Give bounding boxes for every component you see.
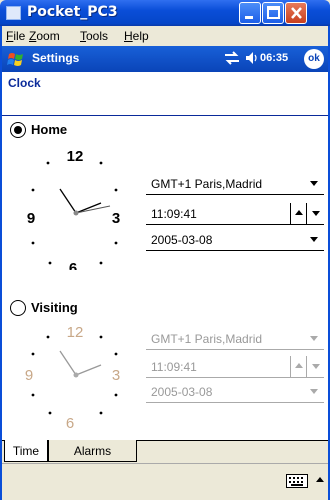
menu-zoom-label: oom <box>36 29 60 43</box>
home-clock-12: 12 <box>67 148 84 165</box>
visiting-timezone-value: GMT+1 Paris,Madrid <box>151 332 263 346</box>
home-time-spinner[interactable] <box>290 203 324 225</box>
menu-help-accel: H <box>124 29 133 43</box>
window-title-bar: Pocket_PC3 <box>0 0 330 26</box>
minimize-button[interactable] <box>239 2 261 24</box>
visiting-timezone-select[interactable]: GMT+1 Paris,Madrid <box>146 328 324 350</box>
visiting-clock-center <box>73 372 79 378</box>
visiting-date-select[interactable]: 2005-03-08 <box>146 381 324 403</box>
home-clock: 12 3 6 9 <box>27 148 120 270</box>
visiting-time-input[interactable]: 11:09:41 <box>146 356 324 378</box>
spin-up-icon[interactable] <box>290 356 307 378</box>
page-title: Clock <box>8 76 41 90</box>
page-title-divider <box>2 115 328 116</box>
home-label: Home <box>31 122 68 137</box>
home-timezone-value: GMT+1 Paris,Madrid <box>151 177 263 191</box>
spin-up-icon[interactable] <box>290 203 307 225</box>
visiting-clock-minute-hand <box>75 364 102 376</box>
chevron-down-icon <box>310 389 318 394</box>
visiting-time-value: 11:09:41 <box>151 360 197 374</box>
home-timezone-select[interactable]: GMT+1 Paris,Madrid <box>146 173 324 195</box>
menu-file-label: ile <box>13 29 26 43</box>
menu-tools-label: ools <box>86 29 109 43</box>
close-icon <box>291 7 302 19</box>
keyboard-icon[interactable] <box>286 474 308 488</box>
input-menu-arrow-icon[interactable] <box>316 477 324 482</box>
home-clock-hour-hand <box>59 188 77 214</box>
visiting-label: Visiting <box>31 300 78 315</box>
tab-alarms-label: Alarms <box>73 444 112 458</box>
minimize-icon <box>245 16 253 19</box>
chevron-down-icon <box>310 336 318 341</box>
visiting-clock-3: 3 <box>112 367 120 384</box>
spin-down-icon[interactable] <box>307 356 324 378</box>
speaker-icon[interactable] <box>245 51 259 68</box>
tab-alarms[interactable]: Alarms <box>48 440 137 462</box>
home-clock-minute-hand <box>75 202 102 214</box>
menu-help[interactable]: Help <box>124 29 149 43</box>
input-panel-bar <box>2 463 328 500</box>
home-clock-second-hand <box>75 205 111 214</box>
menu-tools[interactable]: Tools <box>80 29 108 43</box>
chevron-down-icon <box>310 237 318 242</box>
home-time-input[interactable]: 11:09:41 <box>146 203 324 225</box>
maximize-icon <box>267 6 280 19</box>
tab-time[interactable]: Time <box>4 440 48 462</box>
home-clock-6: 6 <box>69 260 77 270</box>
visiting-clock: 12 3 6 9 <box>25 324 120 432</box>
windows-start-icon[interactable] <box>7 50 25 68</box>
home-clock-9: 9 <box>27 210 35 227</box>
visiting-date-value: 2005-03-08 <box>151 385 213 399</box>
navigation-bar: Settings 06:35 ok <box>2 46 328 72</box>
tab-strip: Time Alarms <box>2 440 328 463</box>
chevron-down-icon <box>310 181 318 186</box>
visiting-time-spinner[interactable] <box>290 356 324 378</box>
spin-down-icon[interactable] <box>307 203 324 225</box>
maximize-button[interactable] <box>262 2 284 24</box>
sync-icon[interactable] <box>224 51 240 68</box>
home-clock-3: 3 <box>112 210 120 227</box>
menu-zoom[interactable]: Zoom <box>29 29 60 43</box>
ok-button[interactable]: ok <box>304 49 324 69</box>
tab-time-label: Time <box>12 444 40 458</box>
home-date-select[interactable]: 2005-03-08 <box>146 229 324 251</box>
home-radio[interactable] <box>10 122 26 138</box>
home-date-value: 2005-03-08 <box>151 233 213 247</box>
menu-bar: File Zoom Tools Help <box>0 26 330 46</box>
visiting-clock-hour-hand <box>59 350 77 376</box>
clock-time[interactable]: 06:35 <box>260 52 288 64</box>
visiting-radio[interactable] <box>10 300 26 316</box>
menu-file[interactable]: File <box>6 29 25 43</box>
menu-help-label: elp <box>132 29 149 43</box>
window-icon <box>6 6 21 20</box>
nav-title: Settings <box>32 51 80 65</box>
close-button[interactable] <box>285 2 307 24</box>
home-time-value: 11:09:41 <box>151 207 197 221</box>
visiting-clock-9: 9 <box>25 367 33 384</box>
home-radio-dot <box>14 126 22 134</box>
home-clock-center <box>73 210 79 216</box>
window-title: Pocket_PC3 <box>27 4 118 20</box>
visiting-clock-12: 12 <box>67 324 84 341</box>
visiting-clock-6: 6 <box>66 415 74 432</box>
